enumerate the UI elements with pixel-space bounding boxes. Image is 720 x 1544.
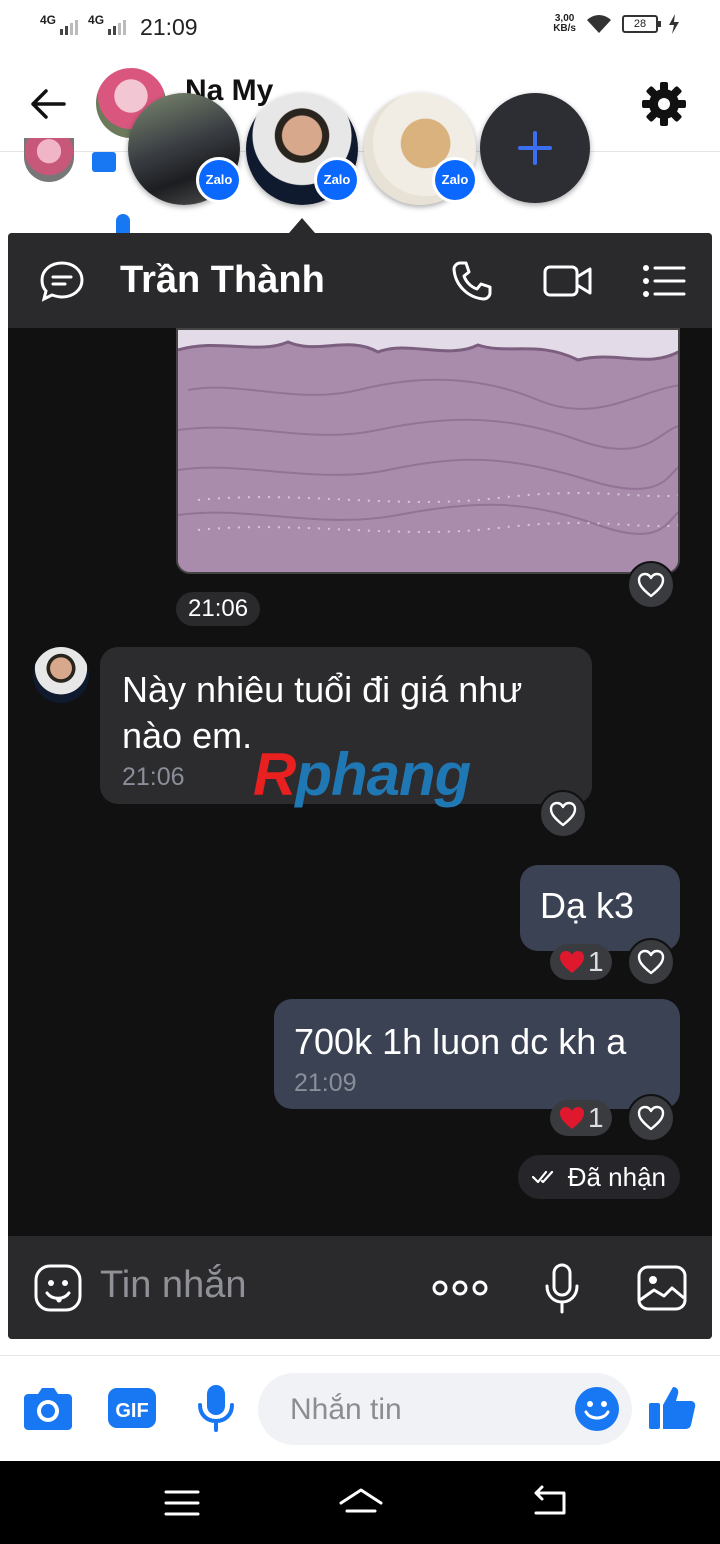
camera-icon[interactable]: [20, 1380, 76, 1436]
react-heart-button[interactable]: [627, 561, 675, 609]
gif-icon[interactable]: GIF: [104, 1380, 160, 1436]
status-bar: 4G 4G 21:09 3,00 KB/s 28: [0, 0, 720, 56]
active-head-pointer: [289, 218, 315, 233]
signal-sim2-icon: 4G: [88, 13, 127, 35]
heart-icon: [637, 1105, 665, 1131]
back-arrow-icon[interactable]: [28, 84, 68, 124]
home-icon[interactable]: [338, 1483, 384, 1523]
emoji-icon[interactable]: [574, 1386, 620, 1432]
chat-panel-header: Trần Thành: [8, 233, 712, 328]
double-check-icon: [531, 1170, 553, 1184]
battery-level: 28: [633, 18, 647, 30]
reaction-count: 1: [588, 1102, 604, 1133]
charging-icon: [669, 14, 679, 34]
list-menu-icon[interactable]: [638, 255, 690, 307]
svg-text:GIF: GIF: [115, 1400, 148, 1422]
zalo-badge: Zalo: [314, 157, 360, 203]
reaction-summary[interactable]: 1: [550, 1100, 612, 1136]
red-heart-icon: [560, 951, 584, 973]
clock: 21:09: [140, 14, 198, 40]
reaction-count: 1: [588, 946, 604, 977]
delivery-status: Đã nhận: [517, 1155, 680, 1199]
react-heart-button[interactable]: [627, 938, 675, 986]
signal-sim1-icon: 4G: [40, 13, 79, 35]
like-icon[interactable]: [644, 1380, 700, 1436]
message-input[interactable]: Tin nhắn: [100, 1264, 246, 1307]
react-heart-button[interactable]: [627, 1094, 675, 1142]
fabric-photo: [178, 330, 678, 572]
message-bubble-outgoing[interactable]: 700k 1h luon dc kh a 21:09: [274, 999, 680, 1109]
heart-icon: [637, 572, 665, 598]
recent-apps-icon[interactable]: [162, 1483, 202, 1523]
chat-bubble-icon[interactable]: [36, 255, 88, 307]
contact-name: Trần Thành: [120, 259, 325, 301]
zalo-badge: Zalo: [196, 157, 242, 203]
network-speed: 3,00 KB/s: [553, 14, 576, 34]
battery-icon: 28: [622, 15, 661, 33]
sticker-emoji-icon[interactable]: [30, 1260, 86, 1316]
background-blue-fragment: [116, 214, 130, 234]
image-timestamp: 21:06: [176, 592, 261, 626]
heart-icon: [549, 801, 577, 827]
chat-panel: Trần Thành 21:06 Này nhiêu tuổi đi giá n…: [8, 233, 712, 1339]
video-camera-icon[interactable]: [542, 255, 594, 307]
messenger-text-input[interactable]: Nhắn tin: [258, 1373, 632, 1445]
back-icon[interactable]: [530, 1483, 570, 1523]
background-blue-fragment: [92, 152, 116, 172]
red-heart-icon: [560, 1107, 584, 1129]
messenger-input-placeholder: Nhắn tin: [290, 1393, 402, 1426]
sim2-label: 4G: [88, 13, 105, 27]
sender-avatar[interactable]: [33, 647, 89, 703]
sim1-label: 4G: [40, 13, 57, 27]
speed-unit: KB/s: [553, 23, 576, 34]
message-text: 700k 1h luon dc kh a: [294, 1021, 627, 1062]
microphone-icon[interactable]: [534, 1260, 590, 1316]
delivery-status-text: Đã nhận: [567, 1161, 666, 1192]
chat-composer: Tin nhắn: [8, 1236, 712, 1339]
wifi-icon: [587, 15, 611, 33]
messenger-bottom-bar: GIF Nhắn tin: [0, 1355, 720, 1461]
message-text: Dạ k3: [540, 885, 635, 926]
zalo-badge: Zalo: [432, 157, 478, 203]
heart-icon: [637, 949, 665, 975]
watermark-logo: Rphang: [253, 741, 471, 808]
background-avatar: [24, 138, 74, 182]
voice-microphone-icon[interactable]: [188, 1380, 244, 1436]
image-gallery-icon[interactable]: [634, 1260, 690, 1316]
react-heart-button[interactable]: [539, 790, 587, 838]
messenger-header: Na My: [0, 56, 720, 152]
plus-icon: [518, 131, 552, 165]
message-image[interactable]: [176, 328, 680, 574]
more-options-icon[interactable]: [432, 1260, 488, 1316]
message-time: 21:09: [294, 1069, 357, 1097]
gear-icon[interactable]: [640, 80, 688, 128]
reaction-summary[interactable]: 1: [550, 944, 612, 980]
phone-icon[interactable]: [446, 255, 498, 307]
system-navigation-bar: [0, 1461, 720, 1544]
add-chat-head-button[interactable]: [480, 93, 590, 203]
